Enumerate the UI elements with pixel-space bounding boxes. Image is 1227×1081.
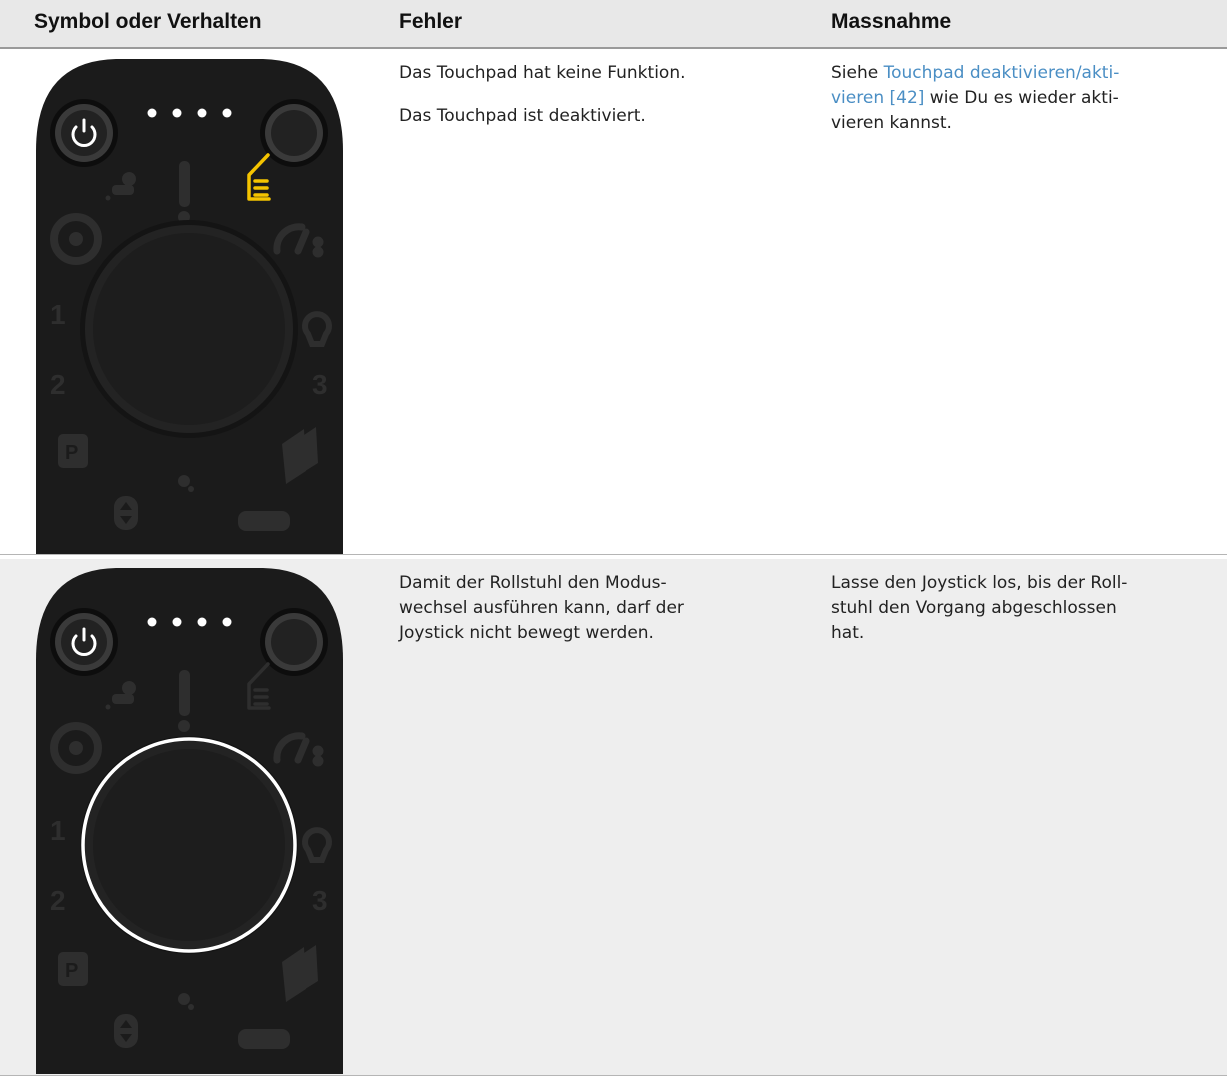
terrain-icon — [238, 1029, 290, 1049]
svg-text:P: P — [65, 960, 78, 982]
warning-icon — [178, 670, 190, 732]
level-1-label: 1 — [50, 815, 66, 846]
level-2-label: 2 — [50, 885, 66, 916]
fehler-text-2: Das Touchpad ist deaktiviert. — [399, 106, 646, 126]
control-panel-graphic: 1 2 3 P — [36, 568, 343, 1074]
power-button — [50, 608, 118, 676]
level-3-label: 3 — [312, 885, 328, 916]
header-fehler: Fehler — [399, 10, 463, 33]
level-2-label: 2 — [50, 369, 66, 400]
massnahme-cell: Siehe Touchpad deaktivieren/akti- vieren… — [831, 61, 1211, 136]
control-panel-image: 1 2 3 P — [36, 560, 343, 1074]
power-button — [50, 99, 118, 167]
svg-text:P: P — [65, 442, 78, 464]
parking-icon: P — [58, 434, 88, 468]
mode-button — [260, 99, 328, 167]
massnahme-cell: Lasse den Joystick los, bis der Roll- st… — [831, 573, 1128, 643]
parking-icon: P — [58, 952, 88, 986]
warning-icon — [178, 161, 190, 223]
table-row: 1 2 3 P — [0, 559, 1227, 1076]
level-3-label: 3 — [312, 369, 328, 400]
lift-icon — [114, 496, 138, 530]
lift-icon — [114, 1014, 138, 1048]
table-header: Symbol oder Verhalten Fehler Massnahme — [0, 0, 1227, 49]
table-row: 1 2 3 P — [0, 49, 1227, 555]
massnahme-prefix: Siehe — [831, 63, 884, 83]
header-symbol: Symbol oder Verhalten — [34, 10, 262, 33]
fehler-cell: Das Touchpad hat keine Funktion. Das Tou… — [399, 61, 799, 147]
level-1-label: 1 — [50, 299, 66, 330]
fehler-text-1: Das Touchpad hat keine Funktion. — [399, 63, 686, 83]
joystick — [80, 736, 298, 954]
terrain-icon — [238, 511, 290, 531]
fehler-cell: Damit der Rollstuhl den Modus- wechsel a… — [399, 573, 684, 643]
control-panel-image: 1 2 3 P — [36, 51, 343, 554]
joystick — [80, 220, 298, 438]
mode-button — [260, 608, 328, 676]
header-massnahme: Massnahme — [831, 10, 952, 33]
control-panel-graphic: 1 2 3 P — [36, 59, 343, 554]
